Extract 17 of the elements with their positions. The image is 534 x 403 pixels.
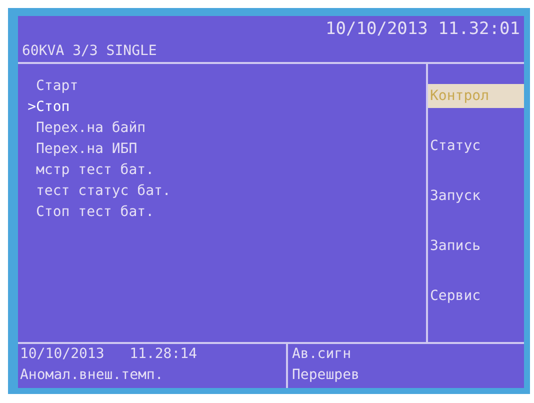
side-tab[interactable]: Сервис bbox=[428, 284, 524, 308]
status-datetime: 10/10/2013 11.28:14 bbox=[20, 345, 198, 364]
menu-item[interactable]: Перех.на байп bbox=[22, 118, 146, 139]
alarm-text: Перешрев bbox=[292, 366, 360, 385]
header-datetime: 10/10/2013 11.32:01 bbox=[326, 18, 520, 40]
side-tab[interactable]: Статус bbox=[428, 134, 524, 158]
menu-item[interactable]: Перех.на ИБП bbox=[22, 139, 138, 160]
menu-item[interactable]: Старт bbox=[22, 76, 78, 97]
alarm-title: Ав.сигн bbox=[292, 345, 352, 364]
menu-item[interactable]: тест статус бат. bbox=[22, 181, 171, 202]
menu-item[interactable]: Стоп тест бат. bbox=[22, 202, 154, 223]
menu-item[interactable]: >Стоп bbox=[22, 97, 70, 118]
model-label: 60KVA 3/3 SINGLE bbox=[22, 42, 158, 61]
menu-item[interactable]: мстр тест бат. bbox=[22, 160, 154, 181]
status-event: Аномал.внеш.темп. bbox=[20, 366, 164, 385]
side-tab[interactable]: Запуск bbox=[428, 184, 524, 208]
side-tab[interactable]: Запись bbox=[428, 234, 524, 258]
